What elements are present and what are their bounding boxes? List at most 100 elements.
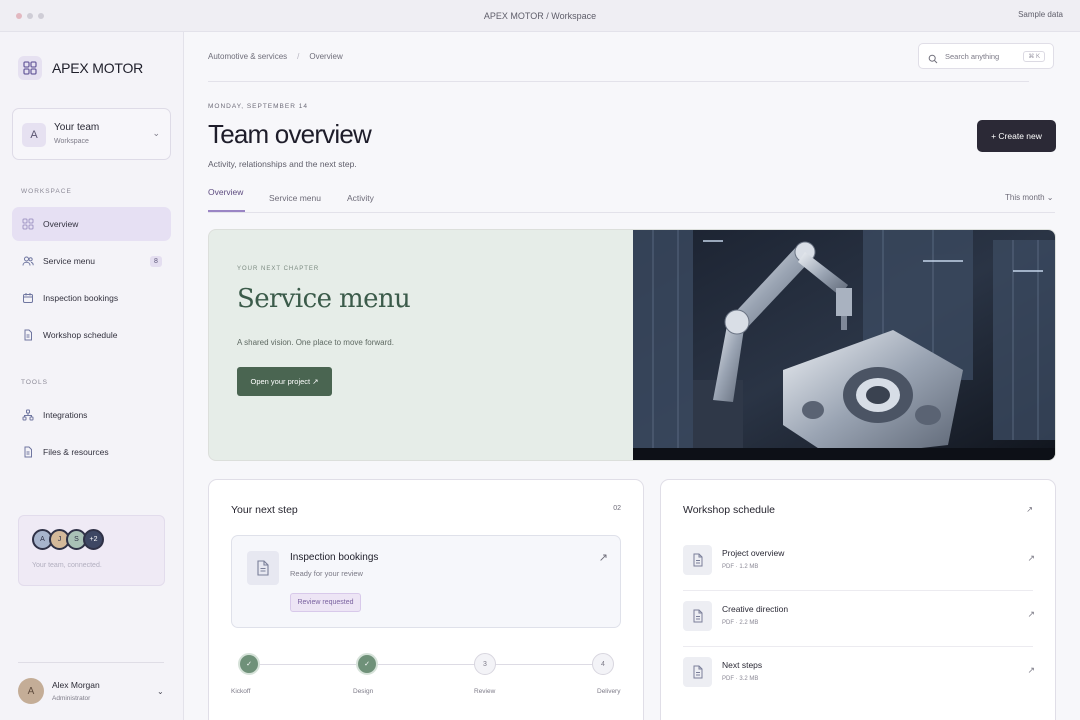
- progress-line: [249, 664, 603, 665]
- task-title: Inspection bookings: [290, 552, 379, 563]
- sidebar-item-files-resources[interactable]: Files & resources: [12, 435, 171, 469]
- users-icon: [21, 254, 35, 268]
- step-design: ✓: [356, 653, 378, 675]
- breadcrumb-separator: /: [297, 52, 300, 61]
- count-badge: 8: [150, 256, 162, 267]
- file-row[interactable]: Project overview PDF · 1.2 MB ↗: [683, 534, 1035, 590]
- apps-logo-icon: [18, 56, 42, 80]
- file-name: Project overview: [722, 548, 785, 558]
- robotic-arm-factory-image: [633, 230, 1055, 460]
- arrow-up-right-icon[interactable]: ↗: [1027, 609, 1035, 620]
- task-subtitle: Ready for your review: [290, 569, 363, 578]
- step-label: Design: [353, 688, 374, 695]
- next-step-card: Your next step 02 Inspection bookings Re…: [208, 479, 644, 720]
- hero-kicker: YOUR NEXT CHAPTER: [237, 266, 320, 272]
- sidebar-item-label: Integrations: [43, 410, 88, 420]
- nodes-icon: [21, 408, 35, 422]
- brand-name: APEX MOTOR: [52, 60, 144, 76]
- user-avatar[interactable]: A: [18, 678, 44, 704]
- sidebar-item-label: Inspection bookings: [43, 293, 119, 303]
- file-name: Creative direction: [722, 604, 789, 614]
- sidebar-item-label: Service menu: [43, 256, 95, 266]
- hero-title: Service menu: [237, 284, 411, 314]
- workspace-section-label: WORKSPACE: [21, 188, 72, 195]
- window-titlebar: APEX MOTOR / Workspace Sample data: [0, 0, 1080, 32]
- team-subtitle: Workspace: [54, 138, 89, 145]
- sidebar-item-service-menu[interactable]: Service menu 8: [12, 244, 171, 278]
- page-date: MONDAY, SEPTEMBER 14: [208, 103, 308, 110]
- brand[interactable]: APEX MOTOR: [18, 56, 143, 80]
- step-label: Review: [474, 688, 496, 695]
- workshop-schedule-card: Workshop schedule ↗ Project overview PDF…: [660, 479, 1056, 720]
- document-icon: [683, 657, 712, 687]
- document-icon: [683, 601, 712, 631]
- team-card[interactable]: A J S +2 Your team, connected.: [18, 515, 165, 586]
- sidebar-item-inspection-bookings[interactable]: Inspection bookings: [12, 281, 171, 315]
- open-project-button[interactable]: Open your project ↗: [237, 367, 332, 396]
- step-label: Delivery: [597, 688, 621, 695]
- main-content: Automotive & services / Overview Search …: [184, 32, 1080, 720]
- tab-activity[interactable]: Activity: [347, 193, 374, 203]
- tab-overview[interactable]: Overview: [208, 187, 243, 197]
- chevron-down-icon[interactable]: ⌄: [157, 687, 164, 696]
- arrow-up-right-icon[interactable]: ↗: [1026, 505, 1033, 514]
- sidebar-item-label: Workshop schedule: [43, 330, 118, 340]
- page-title: Team overview: [208, 119, 372, 149]
- sample-data-label: Sample data: [1018, 10, 1063, 19]
- step-kickoff: ✓: [238, 653, 260, 675]
- file-row[interactable]: Creative direction PDF · 2.2 MB ↗: [683, 590, 1035, 646]
- hero-text: A shared vision. One place to move forwa…: [237, 338, 394, 347]
- page-subtitle: Activity, relationships and the next ste…: [208, 159, 357, 169]
- avatar-overflow: +2: [83, 529, 104, 550]
- team-card-text: Your team, connected.: [32, 562, 102, 569]
- arrow-up-right-icon[interactable]: ↗: [599, 551, 608, 564]
- step-review: 3: [474, 653, 496, 675]
- file-meta: PDF · 2.2 MB: [722, 620, 759, 626]
- document-icon: [21, 445, 35, 459]
- divider: [208, 81, 1029, 82]
- keyboard-shortcut: ⌘ K: [1023, 51, 1045, 62]
- create-new-button[interactable]: + Create new: [977, 120, 1056, 152]
- avatar-stack: A J S +2: [32, 529, 104, 550]
- breadcrumb: Automotive & services / Overview: [208, 52, 343, 61]
- team-name: Your team: [54, 122, 100, 133]
- breadcrumb-item[interactable]: Overview: [309, 52, 342, 61]
- file-meta: PDF · 1.2 MB: [722, 564, 759, 570]
- active-tab-indicator: [208, 210, 245, 212]
- tabs-divider: [208, 212, 1055, 213]
- step-label: Kickoff: [231, 688, 251, 695]
- breadcrumb-item[interactable]: Automotive & services: [208, 52, 287, 61]
- card-count: 02: [613, 505, 621, 512]
- status-badge: Review requested: [290, 593, 361, 612]
- sidebar-item-overview[interactable]: Overview: [12, 207, 171, 241]
- document-icon: [247, 551, 279, 585]
- divider: [18, 662, 164, 663]
- arrow-up-right-icon[interactable]: ↗: [1027, 553, 1035, 564]
- user-name: Alex Morgan: [52, 680, 100, 690]
- grid-icon: [21, 217, 35, 231]
- calendar-icon: [21, 291, 35, 305]
- window-title: APEX MOTOR / Workspace: [483, 11, 597, 21]
- task-card[interactable]: Inspection bookings Ready for your revie…: [231, 535, 621, 628]
- team-switcher[interactable]: A Your team Workspace ⌄: [12, 108, 171, 160]
- document-icon: [21, 328, 35, 342]
- user-role: Administrator: [52, 695, 91, 702]
- sidebar-item-workshop-schedule[interactable]: Workshop schedule: [12, 318, 171, 352]
- document-icon: [683, 545, 712, 575]
- card-title: Your next step: [231, 504, 298, 516]
- sidebar-item-integrations[interactable]: Integrations: [12, 398, 171, 432]
- hero-banner: YOUR NEXT CHAPTER Service menu A shared …: [208, 229, 1056, 461]
- search-placeholder: Search anything: [945, 52, 1000, 61]
- step-delivery: 4: [592, 653, 614, 675]
- sidebar-item-label: Overview: [43, 219, 79, 229]
- arrow-up-right-icon[interactable]: ↗: [1027, 665, 1035, 676]
- sidebar-item-label: Files & resources: [43, 447, 109, 457]
- file-meta: PDF · 3.2 MB: [722, 676, 759, 682]
- sidebar: APEX MOTOR A Your team Workspace ⌄ WORKS…: [0, 32, 184, 720]
- search-input[interactable]: Search anything ⌘ K: [918, 43, 1054, 69]
- file-row[interactable]: Next steps PDF · 3.2 MB ↗: [683, 646, 1035, 702]
- period-select[interactable]: This month ⌄: [1005, 193, 1054, 202]
- tab-service-menu[interactable]: Service menu: [269, 193, 321, 203]
- chevron-down-icon: ⌄: [152, 128, 160, 138]
- tools-section-label: TOOLS: [21, 379, 48, 386]
